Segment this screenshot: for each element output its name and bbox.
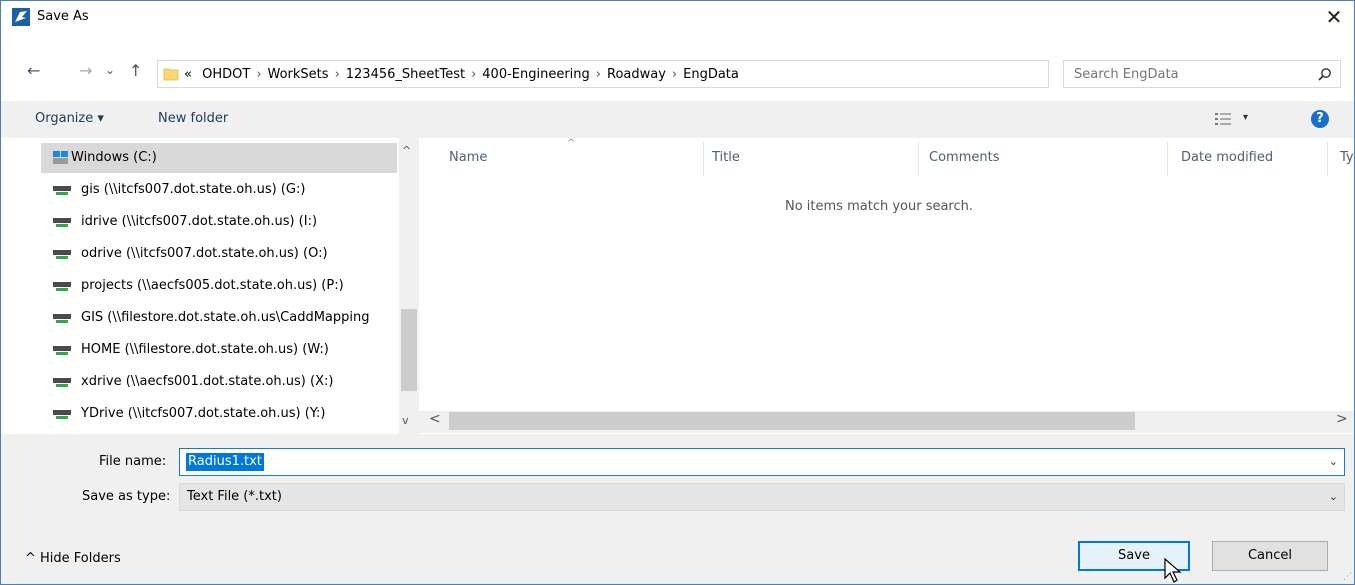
up-arrow-icon[interactable]: ↑	[129, 61, 142, 80]
sidebar-item-label: idrive (\\itcfs007.dot.state.oh.us) (I:)	[81, 214, 318, 229]
folder-icon	[163, 68, 179, 81]
search-box[interactable]	[1063, 60, 1341, 88]
sidebar-item-label: gis (\\itcfs007.dot.state.oh.us) (G:)	[81, 182, 306, 197]
column-divider[interactable]	[918, 142, 919, 176]
breadcrumb-separator[interactable]: ›	[590, 67, 607, 82]
scroll-up-icon[interactable]: ^	[402, 144, 411, 157]
breadcrumb-separator[interactable]: ›	[666, 67, 683, 82]
hscroll-thumb[interactable]	[449, 412, 1135, 430]
column-divider[interactable]	[703, 142, 704, 176]
network-drive-icon	[53, 346, 71, 355]
cancel-button[interactable]: Cancel	[1212, 541, 1328, 571]
close-icon[interactable]: ✕	[1320, 3, 1348, 31]
breadcrumb-separator[interactable]: ›	[329, 67, 346, 82]
breadcrumb-worksets[interactable]: WorkSets	[268, 67, 329, 82]
sidebar-item-label: odrive (\\itcfs007.dot.state.oh.us) (O:)	[81, 246, 328, 261]
file-name-value[interactable]: Radius1.txt	[186, 453, 264, 471]
network-drive-icon	[53, 186, 71, 195]
breadcrumb-prefix[interactable]: «	[184, 67, 192, 82]
title-bar: Save As ✕	[1, 1, 1354, 33]
breadcrumb-sheettest[interactable]: 123456_SheetTest	[346, 67, 465, 82]
window-title: Save As	[37, 9, 89, 24]
organize-button[interactable]: Organize ▾	[35, 111, 104, 126]
sidebar-item-ydrive-y[interactable]: YDrive (\\itcfs007.dot.state.oh.us) (Y:)	[41, 399, 397, 429]
sidebar-item-xdrive-x[interactable]: xdrive (\\aecfs001.dot.state.oh.us) (X:)	[41, 367, 397, 397]
command-toolbar: Organize ▾ New folder ▾ ?	[1, 101, 1354, 137]
sidebar-item-gis-g[interactable]: gis (\\itcfs007.dot.state.oh.us) (G:)	[41, 175, 397, 205]
search-input[interactable]	[1072, 66, 1306, 83]
navigation-pane: Windows (C:) gis (\\itcfs007.dot.state.o…	[1, 138, 419, 434]
breadcrumb-separator[interactable]: ›	[250, 67, 267, 82]
scroll-right-icon[interactable]: >	[1336, 411, 1348, 427]
column-header-type[interactable]: Ty	[1340, 150, 1354, 165]
save-as-dialog: Save As ✕ ← → ⌄ ↑ « OHDOT › WorkSets › 12345…	[0, 0, 1355, 585]
forward-arrow-icon[interactable]: →	[79, 61, 92, 80]
sort-ascending-icon: ^	[567, 138, 576, 149]
resize-grip-icon[interactable]: ⋰	[1343, 572, 1352, 582]
sidebar-scroll-thumb[interactable]	[401, 309, 417, 391]
breadcrumb[interactable]: « OHDOT › WorkSets › 123456_SheetTest › 400-En…	[184, 67, 739, 82]
breadcrumb-engdata[interactable]: EngData	[683, 67, 739, 82]
breadcrumb-roadway[interactable]: Roadway	[607, 67, 666, 82]
network-drive-icon	[53, 314, 71, 323]
sidebar-item-projects-p[interactable]: projects (\\aecfs005.dot.state.oh.us) (P…	[41, 271, 397, 301]
network-drive-icon	[53, 282, 71, 291]
save-as-type-dropdown-icon[interactable]: ⌄	[1329, 490, 1338, 503]
mouse-pointer-icon	[1164, 558, 1182, 583]
sidebar-item-gis-caddmapping[interactable]: GIS (\\filestore.dot.state.oh.us\CaddMap…	[41, 303, 397, 333]
network-drive-icon	[53, 218, 71, 227]
breadcrumb-separator[interactable]: ›	[465, 67, 482, 82]
recent-locations-icon[interactable]: ⌄	[105, 63, 115, 77]
sidebar-item-odrive-o[interactable]: odrive (\\itcfs007.dot.state.oh.us) (O:)	[41, 239, 397, 269]
breadcrumb-ohdot[interactable]: OHDOT	[196, 67, 250, 82]
address-bar[interactable]: « OHDOT › WorkSets › 123456_SheetTest › 400-En…	[157, 60, 1194, 88]
save-as-type-select[interactable]: Text File (*.txt) ⌄	[179, 483, 1345, 511]
save-as-app-icon	[12, 8, 30, 26]
view-dropdown-icon[interactable]: ▾	[1243, 112, 1248, 123]
view-options-icon[interactable]	[1215, 112, 1231, 126]
empty-state-message: No items match your search.	[785, 199, 974, 214]
file-name-dropdown-icon[interactable]: ⌄	[1329, 455, 1338, 468]
scroll-left-icon[interactable]: <	[429, 411, 441, 427]
sidebar-item-label: projects (\\aecfs005.dot.state.oh.us) (P…	[81, 278, 344, 293]
breadcrumb-engineering[interactable]: 400-Engineering	[482, 67, 590, 82]
sidebar-item-label: GIS (\\filestore.dot.state.oh.us\CaddMap…	[81, 310, 370, 325]
column-header-comments[interactable]: Comments	[929, 150, 999, 165]
back-arrow-icon[interactable]: ←	[27, 61, 40, 80]
hide-folders-button[interactable]: ^ Hide Folders	[25, 551, 121, 566]
search-icon[interactable]	[1318, 67, 1332, 81]
sidebar-item-label: Windows (C:)	[71, 150, 157, 165]
column-header-date-modified[interactable]: Date modified	[1181, 150, 1273, 165]
windows-drive-icon	[53, 151, 68, 164]
column-divider[interactable]	[1327, 142, 1328, 176]
file-name-label: File name:	[99, 454, 167, 469]
sidebar-item-label: YDrive (\\itcfs007.dot.state.oh.us) (Y:)	[81, 406, 326, 421]
sidebar-item-label: HOME (\\filestore.dot.state.oh.us) (W:)	[81, 342, 329, 357]
column-divider[interactable]	[1167, 142, 1168, 176]
help-icon[interactable]: ?	[1311, 110, 1329, 128]
network-drive-icon	[53, 410, 71, 419]
file-name-field[interactable]: Radius1.txt ⌄	[179, 448, 1345, 476]
scroll-down-icon[interactable]: v	[402, 414, 409, 427]
column-header-title[interactable]: Title	[712, 150, 740, 165]
save-as-type-label: Save as type:	[82, 489, 171, 504]
save-as-type-value: Text File (*.txt)	[187, 489, 282, 504]
sidebar-item-label: xdrive (\\aecfs001.dot.state.oh.us) (X:)	[81, 374, 334, 389]
column-header-name[interactable]: Name	[449, 150, 487, 165]
new-folder-button[interactable]: New folder	[158, 111, 228, 126]
file-list-pane	[419, 138, 1354, 434]
sidebar-item-idrive-i[interactable]: idrive (\\itcfs007.dot.state.oh.us) (I:)	[41, 207, 397, 237]
sidebar-item-home-w[interactable]: HOME (\\filestore.dot.state.oh.us) (W:)	[41, 335, 397, 365]
network-drive-icon	[53, 378, 71, 387]
network-drive-icon	[53, 250, 71, 259]
sidebar-item-windows-c[interactable]: Windows (C:)	[41, 143, 397, 173]
